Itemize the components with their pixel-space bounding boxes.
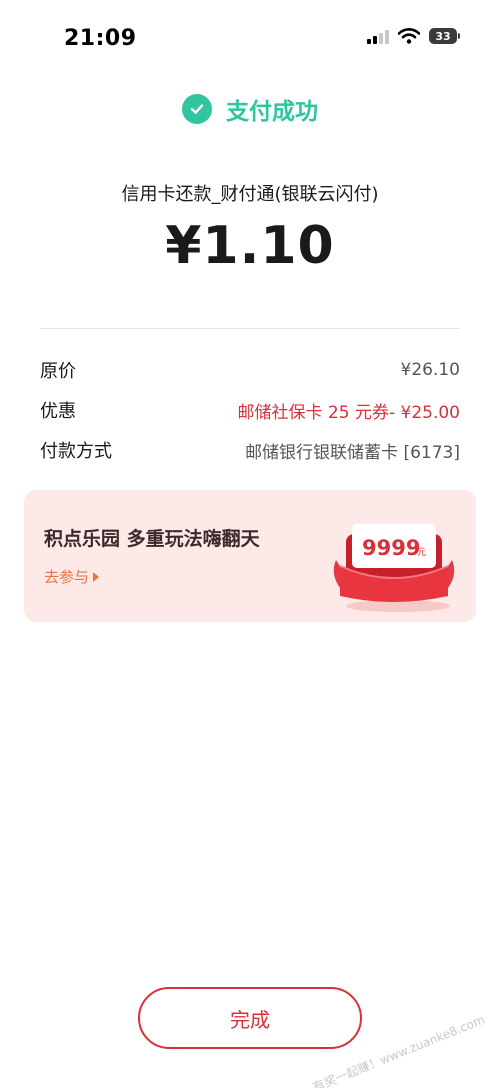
status-text: 支付成功 (226, 99, 318, 125)
detail-value: ¥26.10 (400, 360, 460, 380)
payment-status: 支付成功 (0, 92, 500, 126)
status-bar: 21:09 33 (0, 0, 500, 80)
battery-icon: 33 (429, 28, 460, 44)
promo-link-label: 去参与 (44, 568, 90, 586)
wifi-icon (398, 28, 420, 44)
detail-label: 原价 (40, 361, 76, 382)
payment-amount: ¥1.10 (165, 216, 335, 276)
cellular-signal-icon (367, 28, 389, 44)
detail-value: 邮储银行银联储蓄卡 [6173] (245, 442, 460, 463)
detail-row-discount: 优惠 邮储社保卡 25 元券- ¥25.00 (40, 397, 460, 423)
battery-level: 33 (429, 28, 457, 44)
divider (40, 328, 460, 329)
promo-badge-amount: 9999 (362, 536, 420, 560)
done-button[interactable]: 完成 (138, 987, 362, 1049)
promo-banner[interactable]: 积点乐园 多重玩法嗨翻天 去参与 9999 元 (24, 490, 476, 622)
detail-row-original-price: 原价 ¥26.10 (40, 357, 460, 383)
promo-badge-unit: 元 (417, 548, 426, 558)
promo-title: 积点乐园 多重玩法嗨翻天 (44, 528, 260, 550)
status-time: 21:09 (64, 26, 137, 51)
status-indicators: 33 (367, 28, 460, 44)
detail-label: 付款方式 (40, 441, 112, 462)
arrow-right-icon (93, 571, 100, 582)
merchant-name: 信用卡还款_财付通(银联云闪付) (121, 184, 379, 205)
promo-join-link[interactable]: 去参与 (44, 566, 100, 587)
discount-value: 邮储社保卡 25 元券- ¥25.00 (237, 402, 460, 423)
detail-row-payment-method: 付款方式 邮储银行银联储蓄卡 [6173] (40, 437, 460, 463)
detail-label: 优惠 (40, 401, 76, 422)
red-envelope-icon: 9999 元 (333, 524, 455, 612)
check-circle-icon (182, 94, 212, 124)
